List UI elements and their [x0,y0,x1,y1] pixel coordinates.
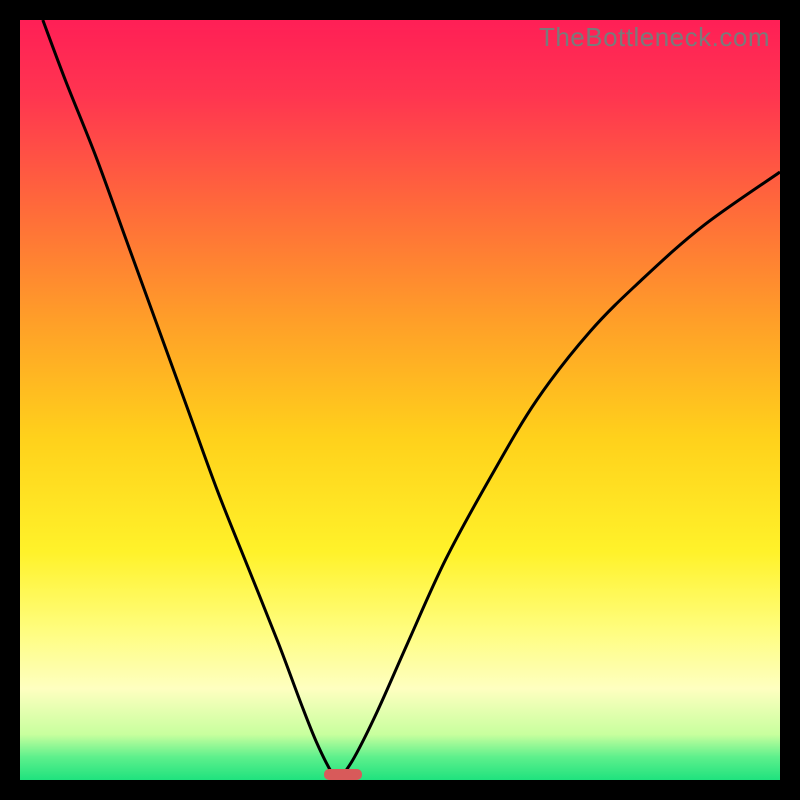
curve-right [339,172,780,780]
curve-left [43,20,339,780]
plot-area: TheBottleneck.com [20,20,780,780]
bottleneck-curves [20,20,780,780]
optimal-marker [324,769,362,780]
